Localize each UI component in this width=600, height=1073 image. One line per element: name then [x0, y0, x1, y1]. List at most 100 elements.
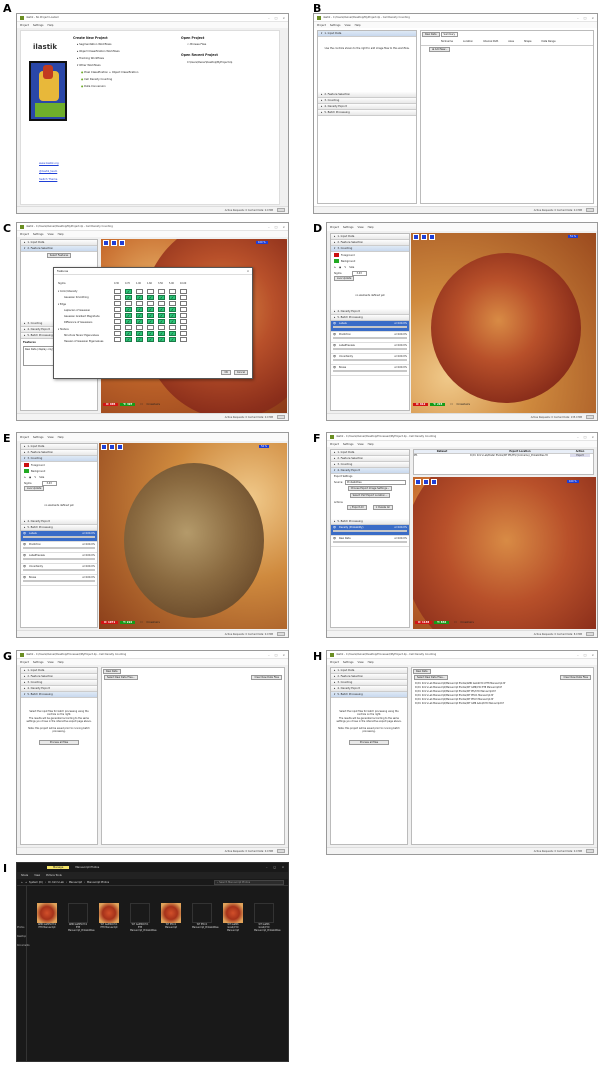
- feature-checkbox-checked[interactable]: ✓: [147, 307, 154, 312]
- brush-icon[interactable]: [423, 479, 429, 485]
- switch-theme-link[interactable]: Switch Theme: [39, 178, 59, 181]
- opacity-slider[interactable]: [333, 530, 407, 532]
- feature-checkbox-checked[interactable]: ✓: [125, 319, 132, 324]
- visibility-icon[interactable]: 👁: [333, 537, 336, 540]
- file-thumbnail[interactable]: WT GalM6CYC1 ET8 Manuscript_Probabilitie…: [130, 903, 157, 932]
- feature-checkbox[interactable]: [180, 331, 187, 336]
- feature-checkbox[interactable]: [114, 307, 121, 312]
- feature-checkbox-checked[interactable]: ✓: [125, 307, 132, 312]
- feature-checkbox[interactable]: [169, 289, 176, 294]
- navigation-icon[interactable]: [413, 234, 419, 240]
- feature-checkbox-checked[interactable]: ✓: [158, 313, 165, 318]
- image-viewer[interactable]: [413, 477, 596, 629]
- feature-checkbox[interactable]: [180, 301, 187, 306]
- list-item[interactable]: D:/Dr. Kim's Lab Manuscript/Manuscript P…: [415, 690, 590, 693]
- process-all-button[interactable]: Process all files: [38, 740, 80, 745]
- status-button[interactable]: [277, 208, 285, 212]
- feature-checkbox-checked[interactable]: ✓: [158, 337, 165, 342]
- choose-export-settings-button[interactable]: Choose Export Image Settings...: [347, 486, 393, 491]
- feature-checkbox[interactable]: [180, 325, 187, 330]
- nav-item[interactable]: Photos: [17, 926, 26, 929]
- visibility-icon[interactable]: 👁: [333, 344, 336, 347]
- tab-raw-data[interactable]: Raw Data: [103, 669, 121, 674]
- feature-checkbox[interactable]: [158, 289, 165, 294]
- visibility-icon[interactable]: 👁: [23, 543, 26, 546]
- feature-checkbox-checked[interactable]: ✓: [147, 295, 154, 300]
- path-segment[interactable]: Dr. Kim's Lab: [48, 881, 64, 884]
- close-icon[interactable]: ×: [282, 866, 284, 869]
- feature-checkbox-checked[interactable]: ✓: [136, 331, 143, 336]
- menu-settings[interactable]: Settings: [343, 226, 354, 229]
- ribbon-share[interactable]: Share: [21, 874, 28, 877]
- opacity-slider[interactable]: [333, 337, 407, 339]
- ribbon-view[interactable]: View: [34, 874, 40, 877]
- visibility-icon[interactable]: 👁: [333, 322, 336, 325]
- feature-checkbox[interactable]: [136, 301, 143, 306]
- select-csv-location-button[interactable]: Select CSV Export Location...: [349, 493, 391, 498]
- feature-checkbox-checked[interactable]: ✓: [169, 313, 176, 318]
- image-viewer[interactable]: [99, 443, 287, 629]
- image-viewer[interactable]: [411, 233, 596, 413]
- delete-all-button[interactable]: ✕ Delete All: [372, 505, 393, 510]
- workflow-other[interactable]: ▾ Other Workflows: [77, 64, 138, 67]
- visibility-icon[interactable]: 👁: [23, 565, 26, 568]
- nav-item[interactable]: Documents: [17, 944, 29, 947]
- navigation-icon[interactable]: [103, 240, 109, 246]
- visibility-icon[interactable]: 👁: [23, 576, 26, 579]
- eraser-icon[interactable]: [119, 240, 125, 246]
- maximize-icon[interactable]: □: [275, 225, 278, 229]
- close-icon[interactable]: ×: [282, 16, 285, 20]
- applet-batch-processing[interactable]: ▸ 5. Batch Processing: [318, 110, 416, 116]
- tab-summary[interactable]: Summary: [440, 32, 459, 37]
- menu-help[interactable]: Help: [368, 226, 374, 229]
- feature-checkbox-checked[interactable]: ✓: [147, 331, 154, 336]
- file-thumbnail[interactable]: WT Pf1C1 Manuscript: [161, 903, 181, 929]
- file-thumbnail[interactable]: GMR GalM5CYC1 ET8 Manuscript: [37, 903, 57, 929]
- dialog-close-icon[interactable]: ×: [247, 270, 252, 273]
- maximize-icon[interactable]: □: [275, 16, 278, 20]
- tab-manage[interactable]: Manage: [47, 866, 70, 869]
- feature-checkbox[interactable]: [114, 289, 121, 294]
- layer-item[interactable]: 👁 Labels α=100.0%: [21, 531, 97, 542]
- menu-view[interactable]: View: [48, 436, 54, 439]
- feature-checkbox[interactable]: [180, 307, 187, 312]
- feature-checkbox[interactable]: [114, 325, 121, 330]
- minimize-icon[interactable]: –: [268, 16, 270, 20]
- feature-checkbox[interactable]: [114, 337, 121, 342]
- close-icon[interactable]: ×: [591, 435, 594, 439]
- zoom-level[interactable]: 54 %: [259, 445, 270, 448]
- select-raw-files-button[interactable]: Select Raw Data Files...: [414, 675, 448, 680]
- minimize-icon[interactable]: –: [577, 653, 579, 657]
- menu-help[interactable]: Help: [368, 661, 374, 664]
- menu-project[interactable]: Project: [20, 24, 29, 27]
- minimize-icon[interactable]: –: [268, 225, 270, 229]
- opacity-slider[interactable]: [23, 569, 95, 571]
- menu-project[interactable]: Project: [330, 443, 339, 446]
- status-button[interactable]: [586, 208, 594, 212]
- feature-checkbox[interactable]: [169, 325, 176, 330]
- menu-project[interactable]: Project: [330, 226, 339, 229]
- path-segment[interactable]: System (D:): [29, 881, 43, 884]
- status-button[interactable]: [586, 849, 594, 853]
- feature-checkbox[interactable]: [169, 301, 176, 306]
- forward-icon[interactable]: →: [25, 881, 27, 884]
- status-button[interactable]: [277, 415, 285, 419]
- status-button[interactable]: [277, 632, 285, 636]
- menu-project[interactable]: Project: [330, 661, 339, 664]
- feature-checkbox[interactable]: [180, 313, 187, 318]
- crosshair-toggle[interactable]: ☐ Crosshairs: [451, 621, 480, 624]
- feature-checkbox-checked[interactable]: ✓: [125, 331, 132, 336]
- feature-checkbox[interactable]: [158, 325, 165, 330]
- list-item[interactable]: D:/Dr. Kim's Lab Manuscript/Manuscript P…: [415, 682, 590, 685]
- maximize-icon[interactable]: □: [584, 653, 587, 657]
- workflow-cell-density[interactable]: ● Cell Density Counting: [77, 78, 138, 81]
- pencil-icon[interactable]: ✎: [344, 266, 346, 269]
- feature-checkbox-checked[interactable]: ✓: [147, 337, 154, 342]
- workflow-object-classification[interactable]: ▸ Object Classification Workflows: [77, 50, 138, 53]
- opacity-slider[interactable]: [23, 558, 95, 560]
- brush-icon[interactable]: [421, 234, 427, 240]
- file-thumbnail[interactable]: WT GalM6CYC1 ET8 Manuscript: [99, 903, 119, 929]
- clear-raw-files-button[interactable]: Clear Raw Data Files: [560, 675, 591, 680]
- eraser-icon[interactable]: [117, 444, 123, 450]
- nav-item[interactable]: Desktop: [17, 935, 26, 938]
